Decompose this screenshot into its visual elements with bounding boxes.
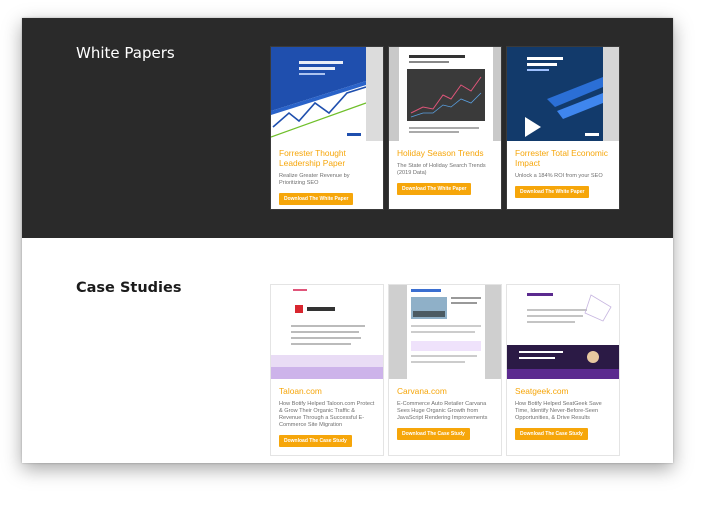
carvana-cover-art — [389, 285, 501, 379]
case-studies-heading: Case Studies — [76, 280, 182, 296]
white-paper-description: The State of Holiday Search Trends (2019… — [397, 163, 486, 176]
case-study-description: How Botify Helped SeatGeek Save Time, Id… — [515, 401, 602, 421]
case-study-description: How Botify Helped Taloon.com Protect & G… — [279, 401, 375, 428]
white-paper-description: Realize Greater Revenue by Prioritizing … — [279, 173, 350, 186]
case-study-cover-3[interactable] — [507, 285, 619, 379]
white-paper-description: Unlock a 184% ROI from your SEO — [515, 173, 603, 179]
download-white-paper-button[interactable]: Download The White Paper — [515, 186, 590, 198]
download-white-paper-button[interactable]: Download The White Paper — [397, 183, 472, 195]
download-case-study-button[interactable]: Download The Case Study — [279, 435, 352, 447]
seatgeek-cover-art — [507, 285, 619, 379]
white-papers-heading: White Papers — [76, 44, 175, 62]
download-white-paper-button[interactable]: Download The White Paper — [279, 193, 354, 205]
case-study-cover-1[interactable] — [271, 285, 383, 379]
white-paper-title[interactable]: Forrester Total Economic Impact — [515, 148, 611, 168]
white-paper-cover-2[interactable] — [389, 47, 501, 141]
case-study-cover-2[interactable] — [389, 285, 501, 379]
taloon-cover-art — [271, 285, 383, 379]
white-paper-card-3[interactable]: Forrester Total Economic Impact Unlock a… — [506, 46, 620, 210]
tei-cover-art — [507, 47, 619, 141]
page-frame: White Papers Forrester Thought Leadershi… — [22, 18, 673, 463]
download-case-study-button[interactable]: Download The Case Study — [515, 428, 588, 440]
case-study-card-2[interactable]: Carvana.com E-Commerce Auto Retailer Car… — [388, 284, 502, 456]
white-papers-section: White Papers Forrester Thought Leadershi… — [22, 18, 673, 238]
case-study-title[interactable]: Carvana.com — [397, 386, 493, 396]
forrester-cover-art — [271, 47, 383, 141]
case-study-card-3[interactable]: Seatgeek.com How Botify Helped SeatGeek … — [506, 284, 620, 456]
case-study-title[interactable]: Seatgeek.com — [515, 386, 611, 396]
white-paper-title[interactable]: Holiday Season Trends — [397, 148, 493, 158]
holiday-trends-cover-art — [389, 47, 501, 141]
white-paper-title[interactable]: Forrester Thought Leadership Paper — [279, 148, 375, 168]
case-study-title[interactable]: Taloan.com — [279, 386, 375, 396]
white-paper-cover-3[interactable] — [507, 47, 619, 141]
case-study-description: E-Commerce Auto Retailer Carvana Sees Hu… — [397, 401, 488, 421]
white-paper-cover-1[interactable] — [271, 47, 383, 141]
download-case-study-button[interactable]: Download The Case Study — [397, 428, 470, 440]
case-study-card-1[interactable]: Taloan.com How Botify Helped Taloon.com … — [270, 284, 384, 456]
white-paper-card-1[interactable]: Forrester Thought Leadership Paper Reali… — [270, 46, 384, 210]
white-paper-card-2[interactable]: Holiday Season Trends The State of Holid… — [388, 46, 502, 210]
case-studies-section: Case Studies Taloan.com How Botify Helpe… — [22, 238, 673, 463]
